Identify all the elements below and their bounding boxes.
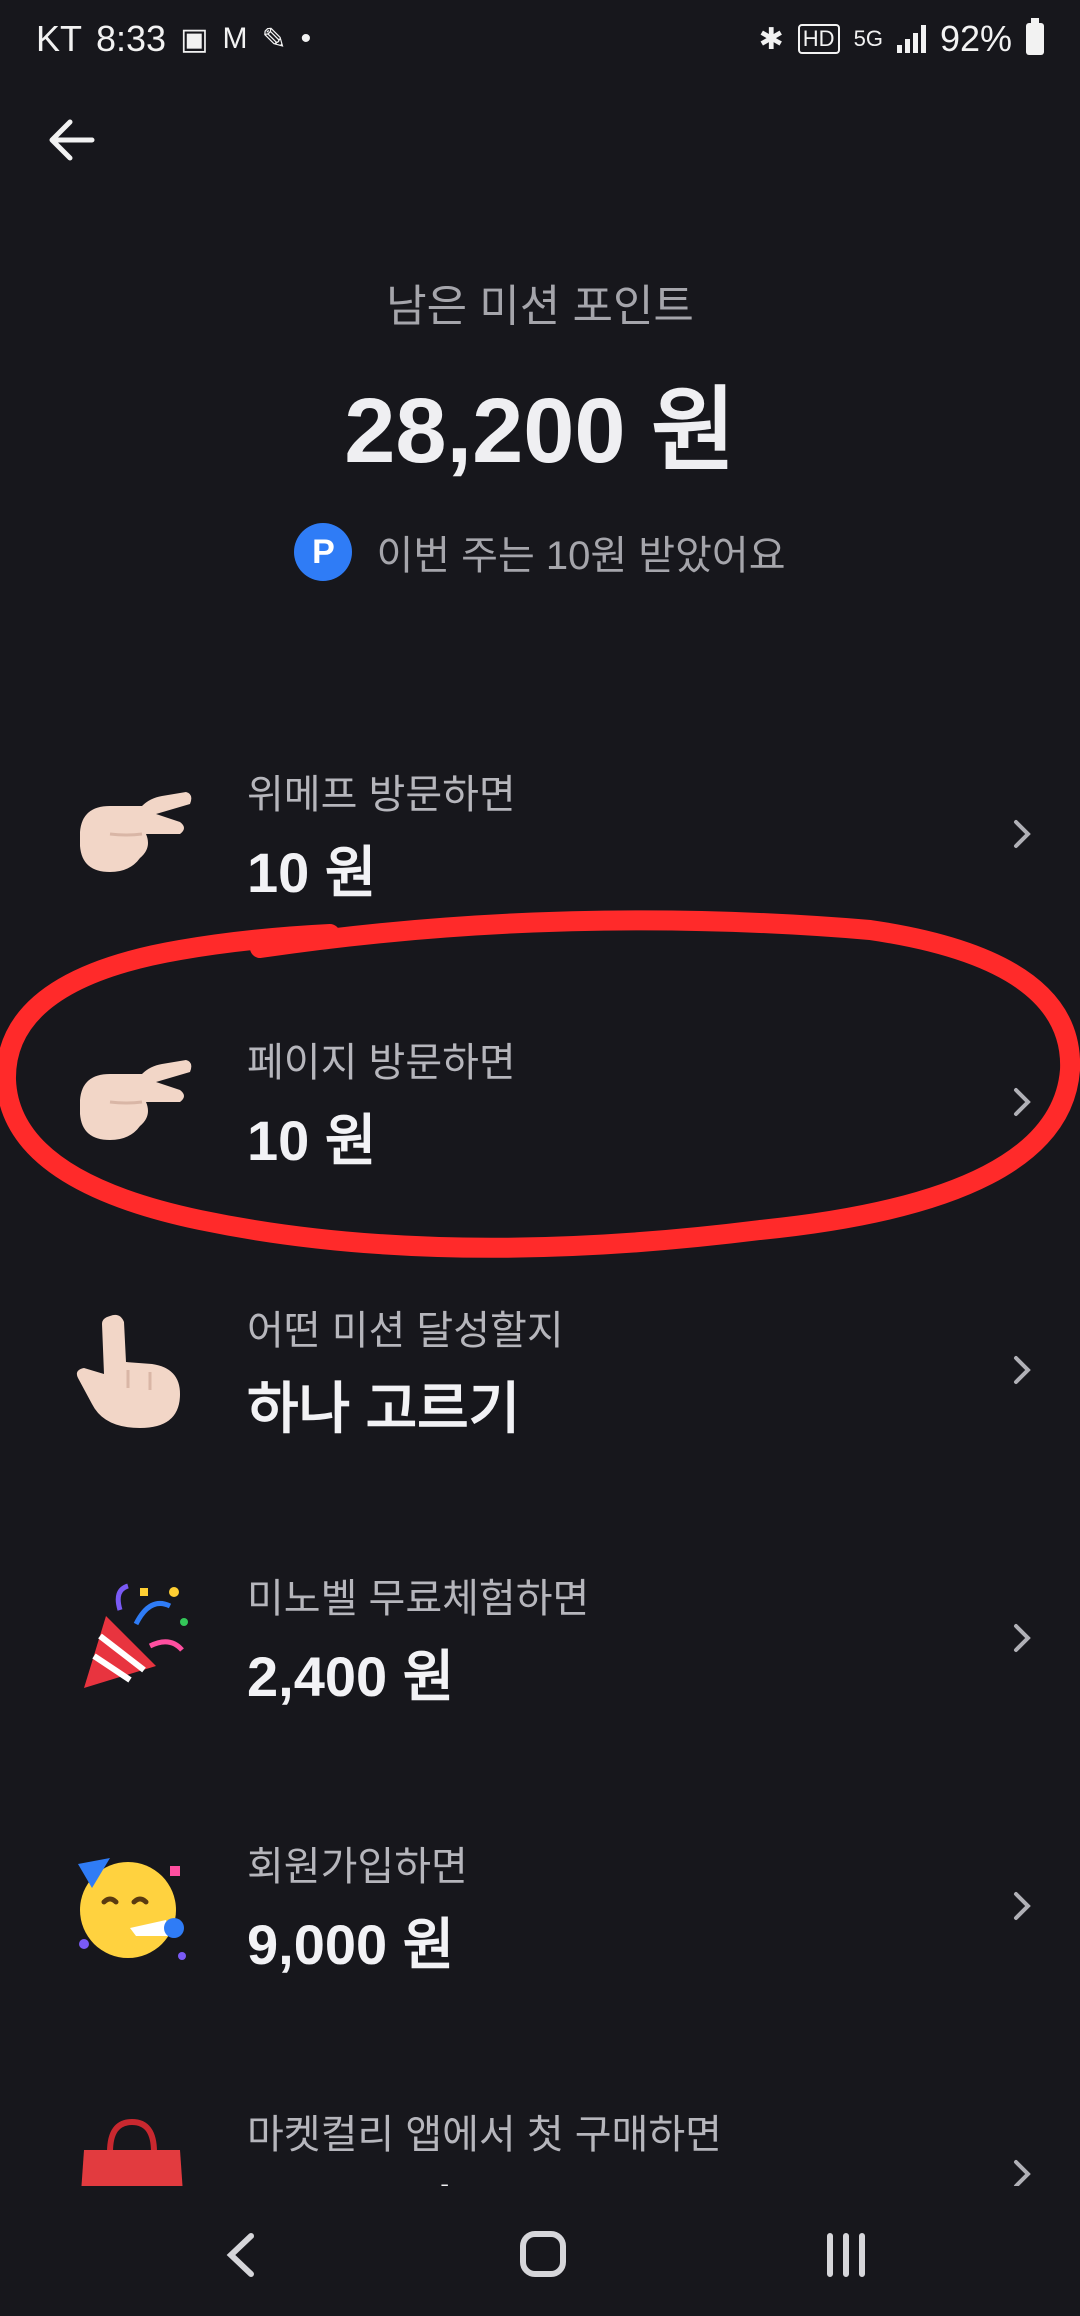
app-notification-icon: ✎ bbox=[261, 22, 287, 56]
signal-icon bbox=[896, 25, 926, 53]
system-navigation-bar bbox=[0, 2186, 1080, 2316]
mission-item-millie[interactable]: 미노벨 무료체험하면 2,400 원 bbox=[0, 1504, 1080, 1772]
point-badge-icon: P bbox=[294, 523, 353, 581]
mission-reward: 하나 고르기 bbox=[247, 1377, 521, 1440]
bluetooth-icon: ✱ bbox=[758, 22, 784, 56]
5g-icon: 5G bbox=[853, 26, 883, 51]
mission-reward: 2,400 원 bbox=[247, 1645, 455, 1708]
mission-reward: 10 원 bbox=[247, 1109, 377, 1172]
mission-reward: 10 원 bbox=[247, 841, 377, 904]
more-notifications-icon: • bbox=[300, 22, 312, 55]
mission-label: 미노벨 무료체험하면 bbox=[247, 1577, 590, 1621]
chevron-right-icon bbox=[1014, 1088, 1031, 1116]
points-summary: 남은 미션 포인트 28,200 원 bbox=[0, 270, 1080, 489]
mission-item-page-visit[interactable]: 페이지 방문하면 10 원 bbox=[0, 968, 1080, 1236]
nav-home-icon[interactable] bbox=[503, 2220, 583, 2290]
mission-reward: 9,000 원 bbox=[247, 1913, 455, 1976]
points-amount: 28,200 원 bbox=[344, 380, 736, 482]
status-bar: KT 8:33 ▣ M ✎ • ✱ HD 5G 92% bbox=[0, 0, 1080, 84]
pointing-right-hand-icon bbox=[80, 792, 192, 872]
chevron-right-icon bbox=[1014, 2160, 1031, 2188]
pointing-up-hand-icon bbox=[76, 1314, 180, 1428]
arrow-left-icon bbox=[49, 119, 95, 161]
mission-label: 회원가입하면 bbox=[247, 1845, 468, 1889]
mission-item-choose[interactable]: 어떤 미션 달성할지 하나 고르기 bbox=[0, 1236, 1080, 1504]
back-button[interactable] bbox=[40, 108, 104, 172]
gallery-icon: ▣ bbox=[180, 22, 209, 56]
nav-recent-apps-icon[interactable] bbox=[806, 2220, 886, 2290]
mission-label: 마켓컬리 앱에서 첫 구매하면 bbox=[247, 2113, 722, 2157]
mission-item-kurly[interactable]: 마켓컬리 앱에서 첫 구매하면 4,000 원 bbox=[0, 2040, 1080, 2190]
mission-item-signup[interactable]: 회원가입하면 9,000 원 bbox=[0, 1772, 1080, 2040]
weekly-notice: P 이번 주는 10원 받았어요 bbox=[0, 523, 1080, 581]
points-subtitle: 남은 미션 포인트 bbox=[386, 282, 694, 331]
battery-percent: 92% bbox=[939, 18, 1012, 59]
carrier: KT bbox=[36, 18, 83, 59]
gmail-icon: M bbox=[222, 22, 248, 55]
chevron-right-icon bbox=[1014, 820, 1031, 848]
hd-voice-icon: HD bbox=[797, 24, 840, 54]
clock: 8:33 bbox=[96, 18, 167, 59]
chevron-right-icon bbox=[1014, 1356, 1031, 1384]
partying-face-icon bbox=[78, 1858, 186, 1960]
shopping-bag-icon bbox=[81, 2118, 183, 2190]
battery-icon bbox=[1026, 18, 1044, 55]
chevron-right-icon bbox=[1014, 1624, 1031, 1652]
mission-label: 위메프 방문하면 bbox=[247, 773, 516, 817]
chevron-right-icon bbox=[1014, 1892, 1031, 1920]
mission-label: 어떤 미션 달성할지 bbox=[247, 1309, 564, 1353]
mission-item-wemakeprice[interactable]: 위메프 방문하면 10 원 bbox=[0, 700, 1080, 968]
pointing-right-hand-icon bbox=[80, 1060, 192, 1140]
weekly-notice-text: 이번 주는 10원 받았어요 bbox=[376, 534, 786, 578]
party-popper-icon bbox=[84, 1583, 188, 1688]
nav-back-icon[interactable] bbox=[203, 2220, 283, 2290]
mission-label: 페이지 방문하면 bbox=[247, 1041, 516, 1085]
